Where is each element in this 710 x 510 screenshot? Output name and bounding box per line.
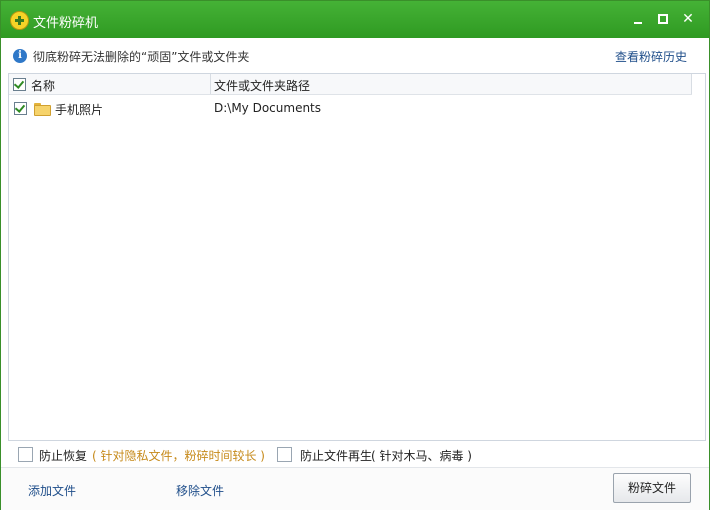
column-divider[interactable] bbox=[210, 74, 211, 94]
close-button[interactable]: ✕ bbox=[679, 10, 697, 28]
prevent-recovery-checkbox[interactable] bbox=[18, 447, 33, 462]
prevent-regeneration-label[interactable]: 防止文件再生 bbox=[300, 447, 372, 464]
column-header-name[interactable]: 名称 bbox=[31, 77, 55, 94]
shred-files-button[interactable]: 粉碎文件 bbox=[613, 473, 691, 503]
app-plus-icon bbox=[10, 11, 29, 30]
item-name: 手机照片 bbox=[55, 103, 104, 117]
file-shredder-window: 文件粉碎机 ✕ i 彻底粉碎无法删除的“顽固”文件或文件夹 查看粉碎历史 名称 … bbox=[0, 0, 710, 510]
shred-options: 防止恢复 ( 针对隐私文件，粉碎时间较长 ) 防止文件再生 ( 针对木马、病毒 … bbox=[1, 441, 709, 467]
view-history-link[interactable]: 查看粉碎历史 bbox=[615, 48, 687, 65]
prevent-recovery-hint: ( 针对隐私文件，粉碎时间较长 ) bbox=[92, 449, 265, 463]
prevent-recovery-label[interactable]: 防止恢复 bbox=[39, 447, 87, 464]
maximize-button[interactable] bbox=[653, 10, 671, 28]
column-divider[interactable] bbox=[691, 74, 692, 94]
info-message: 彻底粉碎无法删除的“顽固”文件或文件夹 bbox=[33, 50, 250, 64]
list-item[interactable]: 手机照片 D:\My Documents bbox=[9, 96, 692, 120]
info-icon: i bbox=[13, 49, 27, 63]
row-checkbox[interactable] bbox=[14, 102, 27, 115]
check-mark-icon bbox=[14, 102, 26, 113]
file-list[interactable]: 名称 文件或文件夹路径 手机照片 D:\My Documents bbox=[8, 73, 706, 441]
select-all-checkbox[interactable] bbox=[13, 78, 26, 91]
column-header-path[interactable]: 文件或文件夹路径 bbox=[214, 77, 310, 94]
folder-icon bbox=[34, 103, 51, 116]
title-bar[interactable]: 文件粉碎机 ✕ bbox=[1, 1, 709, 38]
add-file-link[interactable]: 添加文件 bbox=[28, 482, 76, 499]
window-title: 文件粉碎机 bbox=[33, 16, 99, 31]
info-bar: i 彻底粉碎无法删除的“顽固”文件或文件夹 查看粉碎历史 bbox=[1, 38, 709, 72]
minimize-button[interactable] bbox=[629, 10, 647, 28]
check-mark-icon bbox=[13, 78, 25, 89]
footer-bar: 添加文件 移除文件 粉碎文件 bbox=[1, 467, 709, 510]
prevent-regeneration-checkbox[interactable] bbox=[277, 447, 292, 462]
item-path: D:\My Documents bbox=[214, 101, 322, 115]
remove-file-link[interactable]: 移除文件 bbox=[176, 482, 224, 499]
prevent-regeneration-hint: ( 针对木马、病毒 ) bbox=[371, 449, 472, 463]
list-header: 名称 文件或文件夹路径 bbox=[9, 74, 692, 95]
